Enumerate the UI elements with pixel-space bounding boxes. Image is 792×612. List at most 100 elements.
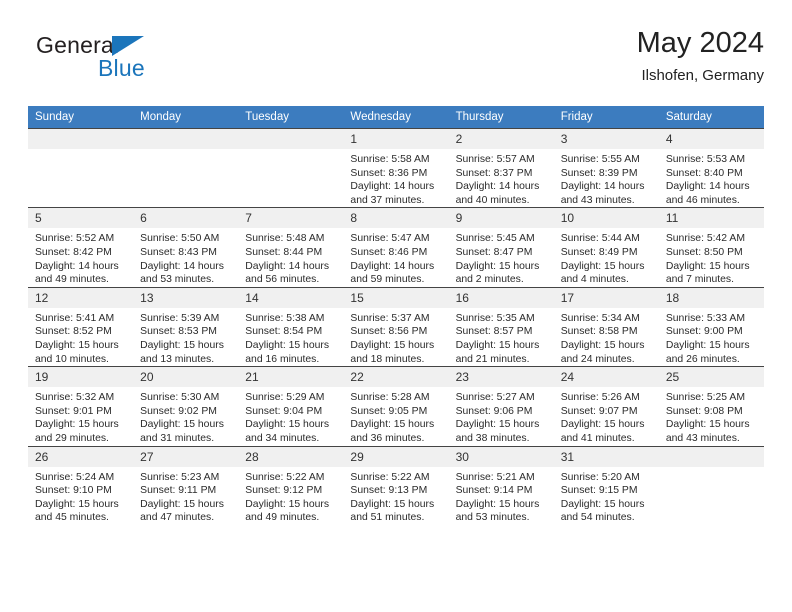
- calendar-week-row: 5 Sunrise: 5:52 AM Sunset: 8:42 PM Daylight…: [28, 207, 764, 288]
- day-details: Sunrise: 5:48 AM Sunset: 8:44 PM Daylight:…: [238, 228, 343, 286]
- calendar-day-cell[interactable]: 2 Sunrise: 5:57 AM Sunset: 8:37 PM Daylight…: [448, 127, 554, 208]
- weekday-header-friday: Friday: [553, 106, 659, 129]
- sunset-text: Sunset: 8:47 PM: [455, 246, 533, 258]
- day-number: 26: [28, 446, 134, 467]
- calendar-body: 1 Sunrise: 5:58 AM Sunset: 8:36 PM Daylight…: [28, 127, 764, 525]
- daylight-text-line1: Daylight: 15 hours: [560, 260, 645, 272]
- day-number: 18: [658, 287, 764, 308]
- day-number: [238, 129, 344, 149]
- calendar-day-cell[interactable]: 3 Sunrise: 5:55 AM Sunset: 8:39 PM Daylight…: [553, 127, 659, 208]
- calendar-day-cell[interactable]: 20 Sunrise: 5:30 AM Sunset: 9:02 PM Dayligh…: [133, 366, 239, 446]
- daylight-text-line2: and 24 minutes.: [560, 353, 635, 365]
- day-details: Sunrise: 5:41 AM Sunset: 8:52 PM Daylight:…: [28, 308, 133, 366]
- daylight-text-line2: and 45 minutes.: [35, 512, 109, 524]
- daylight-text-line2: and 49 minutes.: [245, 512, 320, 524]
- daylight-text-line2: and 7 minutes.: [665, 274, 735, 286]
- calendar-day-cell[interactable]: 30 Sunrise: 5:21 AM Sunset: 9:14 PM Dayligh…: [448, 445, 554, 525]
- calendar-day-cell[interactable]: 15 Sunrise: 5:37 AM Sunset: 8:56 PM Dayligh…: [343, 286, 449, 367]
- calendar-day-cell[interactable]: 29 Sunrise: 5:22 AM Sunset: 9:13 PM Dayligh…: [343, 445, 449, 525]
- sunset-text: Sunset: 9:11 PM: [140, 485, 217, 497]
- calendar-day-cell[interactable]: 17 Sunrise: 5:34 AM Sunset: 8:58 PM Dayligh…: [553, 286, 659, 367]
- daylight-text-line1: Daylight: 15 hours: [350, 419, 435, 431]
- calendar-day-cell[interactable]: 23 Sunrise: 5:27 AM Sunset: 9:06 PM Dayligh…: [448, 366, 554, 446]
- sunset-text: Sunset: 8:57 PM: [455, 326, 533, 338]
- calendar-day-cell[interactable]: 10 Sunrise: 5:44 AM Sunset: 8:49 PM Dayligh…: [553, 207, 659, 288]
- calendar-day-cell[interactable]: 24 Sunrise: 5:26 AM Sunset: 9:07 PM Dayligh…: [553, 366, 659, 446]
- day-number: 10: [553, 208, 659, 229]
- calendar-day-cell[interactable]: 19 Sunrise: 5:32 AM Sunset: 9:01 PM Dayligh…: [28, 366, 134, 446]
- day-details: Sunrise: 5:25 AM Sunset: 9:08 PM Daylight:…: [659, 387, 764, 445]
- sunset-text: Sunset: 8:49 PM: [560, 246, 638, 258]
- calendar-day-cell[interactable]: 16 Sunrise: 5:35 AM Sunset: 8:57 PM Dayligh…: [448, 286, 554, 367]
- calendar-day-cell[interactable]: 12 Sunrise: 5:41 AM Sunset: 8:52 PM Dayligh…: [28, 286, 134, 367]
- calendar-day-cell[interactable]: 4 Sunrise: 5:53 AM Sunset: 8:40 PM Daylight…: [658, 127, 764, 208]
- title-block: May 2024 Ilshofen, Germany: [637, 26, 764, 87]
- day-number: 7: [238, 208, 344, 229]
- sunrise-text: Sunrise: 5:39 AM: [140, 312, 220, 324]
- sunset-text: Sunset: 8:50 PM: [665, 246, 743, 258]
- sunset-text: Sunset: 8:52 PM: [35, 326, 112, 338]
- calendar-week-row: 19 Sunrise: 5:32 AM Sunset: 9:01 PM Dayligh…: [28, 366, 764, 446]
- day-details: Sunrise: 5:55 AM Sunset: 8:39 PM Daylight:…: [554, 149, 659, 207]
- daylight-text-line1: Daylight: 15 hours: [560, 339, 645, 351]
- calendar-day-cell[interactable]: 21 Sunrise: 5:29 AM Sunset: 9:04 PM Dayligh…: [238, 366, 344, 446]
- calendar-day-cell[interactable]: 7 Sunrise: 5:48 AM Sunset: 8:44 PM Daylight…: [238, 207, 344, 288]
- weekday-header-monday: Monday: [133, 106, 239, 129]
- day-number: [658, 446, 764, 467]
- calendar-day-cell[interactable]: 8 Sunrise: 5:47 AM Sunset: 8:46 PM Daylight…: [343, 207, 449, 288]
- sunrise-text: Sunrise: 5:57 AM: [455, 154, 535, 165]
- sunset-text: Sunset: 9:02 PM: [140, 405, 217, 417]
- sunrise-text: Sunrise: 5:47 AM: [350, 233, 430, 245]
- day-details: Sunrise: 5:26 AM Sunset: 9:07 PM Daylight:…: [554, 387, 659, 445]
- calendar-day-cell[interactable]: 26 Sunrise: 5:24 AM Sunset: 9:10 PM Dayligh…: [28, 445, 134, 525]
- day-number: 13: [133, 287, 239, 308]
- calendar-day-cell[interactable]: 1 Sunrise: 5:58 AM Sunset: 8:36 PM Daylight…: [343, 127, 449, 208]
- calendar-day-cell[interactable]: 27 Sunrise: 5:23 AM Sunset: 9:11 PM Dayligh…: [133, 445, 239, 525]
- sunrise-text: Sunrise: 5:58 AM: [350, 154, 430, 165]
- weekday-header-sunday: Sunday: [28, 106, 134, 129]
- sunrise-text: Sunrise: 5:41 AM: [35, 312, 115, 324]
- calendar-day-cell[interactable]: 13 Sunrise: 5:39 AM Sunset: 8:53 PM Dayligh…: [133, 286, 239, 367]
- daylight-text-line2: and 54 minutes.: [560, 512, 635, 524]
- daylight-text-line1: Daylight: 15 hours: [35, 339, 119, 351]
- calendar-day-cell[interactable]: 9 Sunrise: 5:45 AM Sunset: 8:47 PM Daylight…: [448, 207, 554, 288]
- sunset-text: Sunset: 9:00 PM: [665, 326, 743, 338]
- daylight-text-line2: and 16 minutes.: [245, 353, 320, 365]
- day-details: Sunrise: 5:42 AM Sunset: 8:50 PM Daylight:…: [659, 228, 764, 286]
- sunrise-text: Sunrise: 5:37 AM: [350, 312, 430, 324]
- calendar-day-cell-empty: [133, 127, 239, 208]
- daylight-text-line1: Daylight: 15 hours: [35, 498, 119, 510]
- day-details: Sunrise: 5:50 AM Sunset: 8:43 PM Daylight:…: [133, 228, 238, 286]
- day-number: 25: [658, 367, 764, 388]
- logo-triangle-icon: [112, 36, 144, 56]
- day-details: Sunrise: 5:29 AM Sunset: 9:04 PM Daylight:…: [238, 387, 343, 445]
- calendar-day-cell[interactable]: 22 Sunrise: 5:28 AM Sunset: 9:05 PM Dayligh…: [343, 366, 449, 446]
- day-number: 28: [238, 446, 344, 467]
- sunset-text: Sunset: 9:15 PM: [560, 485, 638, 497]
- calendar-day-cell[interactable]: 6 Sunrise: 5:50 AM Sunset: 8:43 PM Daylight…: [133, 207, 239, 288]
- sunrise-text: Sunrise: 5:33 AM: [665, 312, 745, 324]
- day-number: 11: [658, 208, 764, 229]
- calendar-day-cell[interactable]: 25 Sunrise: 5:25 AM Sunset: 9:08 PM Dayligh…: [658, 366, 764, 446]
- calendar-day-cell[interactable]: 11 Sunrise: 5:42 AM Sunset: 8:50 PM Dayligh…: [658, 207, 764, 288]
- calendar-day-cell[interactable]: 28 Sunrise: 5:22 AM Sunset: 9:12 PM Dayligh…: [238, 445, 344, 525]
- daylight-text-line2: and 53 minutes.: [140, 274, 215, 286]
- day-number: 4: [658, 129, 764, 149]
- sunrise-text: Sunrise: 5:42 AM: [665, 233, 745, 245]
- sunset-text: Sunset: 9:05 PM: [350, 405, 428, 417]
- sunset-text: Sunset: 8:56 PM: [350, 326, 428, 338]
- calendar-day-cell[interactable]: 18 Sunrise: 5:33 AM Sunset: 9:00 PM Dayligh…: [658, 286, 764, 367]
- day-number: 2: [448, 129, 554, 149]
- daylight-text-line1: Daylight: 14 hours: [245, 260, 330, 272]
- daylight-text-line1: Daylight: 15 hours: [455, 498, 540, 510]
- day-details: Sunrise: 5:33 AM Sunset: 9:00 PM Daylight:…: [659, 308, 764, 366]
- day-number: 23: [448, 367, 554, 388]
- calendar-day-cell[interactable]: 14 Sunrise: 5:38 AM Sunset: 8:54 PM Dayligh…: [238, 286, 344, 367]
- calendar-day-cell[interactable]: 5 Sunrise: 5:52 AM Sunset: 8:42 PM Daylight…: [28, 207, 134, 288]
- calendar-week-row: 12 Sunrise: 5:41 AM Sunset: 8:52 PM Dayligh…: [28, 286, 764, 367]
- sunrise-text: Sunrise: 5:22 AM: [245, 471, 325, 483]
- daylight-text-line1: Daylight: 15 hours: [140, 339, 224, 351]
- day-number: 29: [343, 446, 449, 467]
- calendar-day-cell[interactable]: 31 Sunrise: 5:20 AM Sunset: 9:15 PM Dayligh…: [553, 445, 659, 525]
- day-number: 6: [133, 208, 239, 229]
